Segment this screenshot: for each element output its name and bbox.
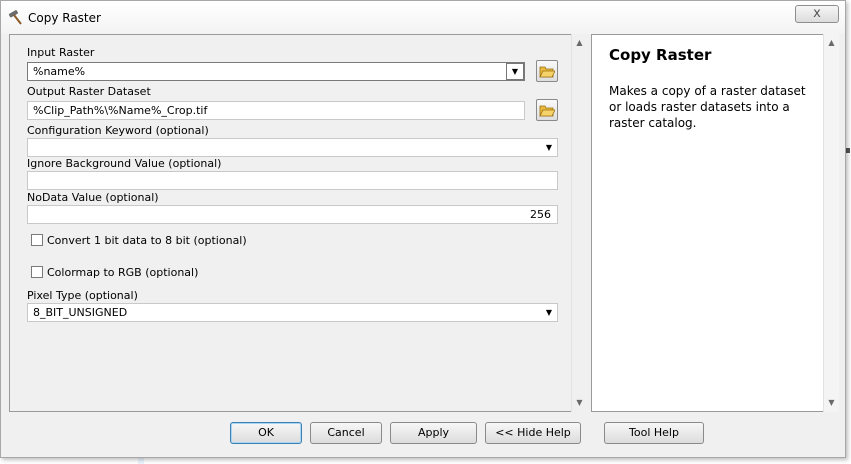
close-button[interactable]: x — [795, 5, 839, 23]
pixel-type-combo[interactable]: 8_BIT_UNSIGNED ▼ — [27, 303, 558, 322]
parameters-scrollbar[interactable]: ▲ ▼ — [571, 34, 587, 412]
help-title: Copy Raster — [609, 46, 712, 64]
nodata-label: NoData Value (optional) — [27, 191, 159, 204]
chevron-down-icon[interactable]: ▼ — [541, 139, 557, 156]
output-raster-input[interactable]: %Clip_Path%\%Name%_Crop.tif — [27, 101, 525, 120]
config-keyword-label: Configuration Keyword (optional) — [27, 124, 209, 137]
scroll-down-icon[interactable]: ▼ — [572, 396, 587, 410]
ignore-background-input[interactable] — [27, 171, 558, 190]
pixel-type-value: 8_BIT_UNSIGNED — [33, 306, 128, 319]
help-panel: Copy Raster Makes a copy of a raster dat… — [591, 34, 826, 412]
config-keyword-combo[interactable]: ▼ — [27, 138, 558, 157]
pixel-type-label: Pixel Type (optional) — [27, 289, 138, 302]
nodata-input[interactable]: 256 — [27, 205, 558, 224]
scroll-up-icon[interactable]: ▲ — [824, 36, 839, 50]
help-scrollbar[interactable]: ▲ ▼ — [823, 34, 839, 412]
chevron-down-icon[interactable]: ▼ — [506, 63, 524, 80]
apply-button[interactable]: Apply — [390, 422, 477, 444]
close-icon: x — [813, 6, 821, 21]
ignore-background-label: Ignore Background Value (optional) — [27, 157, 222, 170]
chevron-down-icon[interactable]: ▼ — [541, 304, 557, 321]
output-raster-label: Output Raster Dataset — [27, 85, 151, 98]
window-title: Copy Raster — [28, 11, 101, 25]
colormap-rgb-label: Colormap to RGB (optional) — [47, 266, 199, 279]
input-raster-browse-button[interactable] — [536, 60, 558, 82]
convert-1bit-checkbox[interactable] — [31, 234, 43, 246]
tool-help-button[interactable]: Tool Help — [604, 422, 704, 444]
open-folder-icon — [539, 105, 555, 117]
input-raster-combo[interactable]: %name% ▼ — [27, 62, 525, 81]
title-bar[interactable]: Copy Raster x — [1, 1, 845, 34]
cancel-button[interactable]: Cancel — [310, 422, 382, 444]
convert-1bit-label: Convert 1 bit data to 8 bit (optional) — [47, 234, 247, 247]
open-folder-icon — [539, 66, 555, 78]
hammer-icon — [8, 10, 22, 25]
ok-button[interactable]: OK — [230, 422, 302, 444]
scroll-down-icon[interactable]: ▼ — [824, 396, 839, 410]
output-raster-browse-button[interactable] — [536, 99, 558, 121]
help-description: Makes a copy of a raster dataset or load… — [609, 84, 806, 130]
colormap-rgb-checkbox[interactable] — [31, 266, 43, 278]
nodata-value: 256 — [530, 208, 551, 221]
scroll-up-icon[interactable]: ▲ — [572, 36, 587, 50]
input-raster-value: %name% — [33, 65, 86, 78]
copy-raster-dialog: Copy Raster x ▲ ▼ Input Raster %name% ▼ … — [0, 0, 846, 458]
input-raster-label: Input Raster — [27, 46, 95, 59]
hide-help-button[interactable]: << Hide Help — [485, 422, 581, 444]
output-raster-value: %Clip_Path%\%Name%_Crop.tif — [33, 104, 208, 117]
